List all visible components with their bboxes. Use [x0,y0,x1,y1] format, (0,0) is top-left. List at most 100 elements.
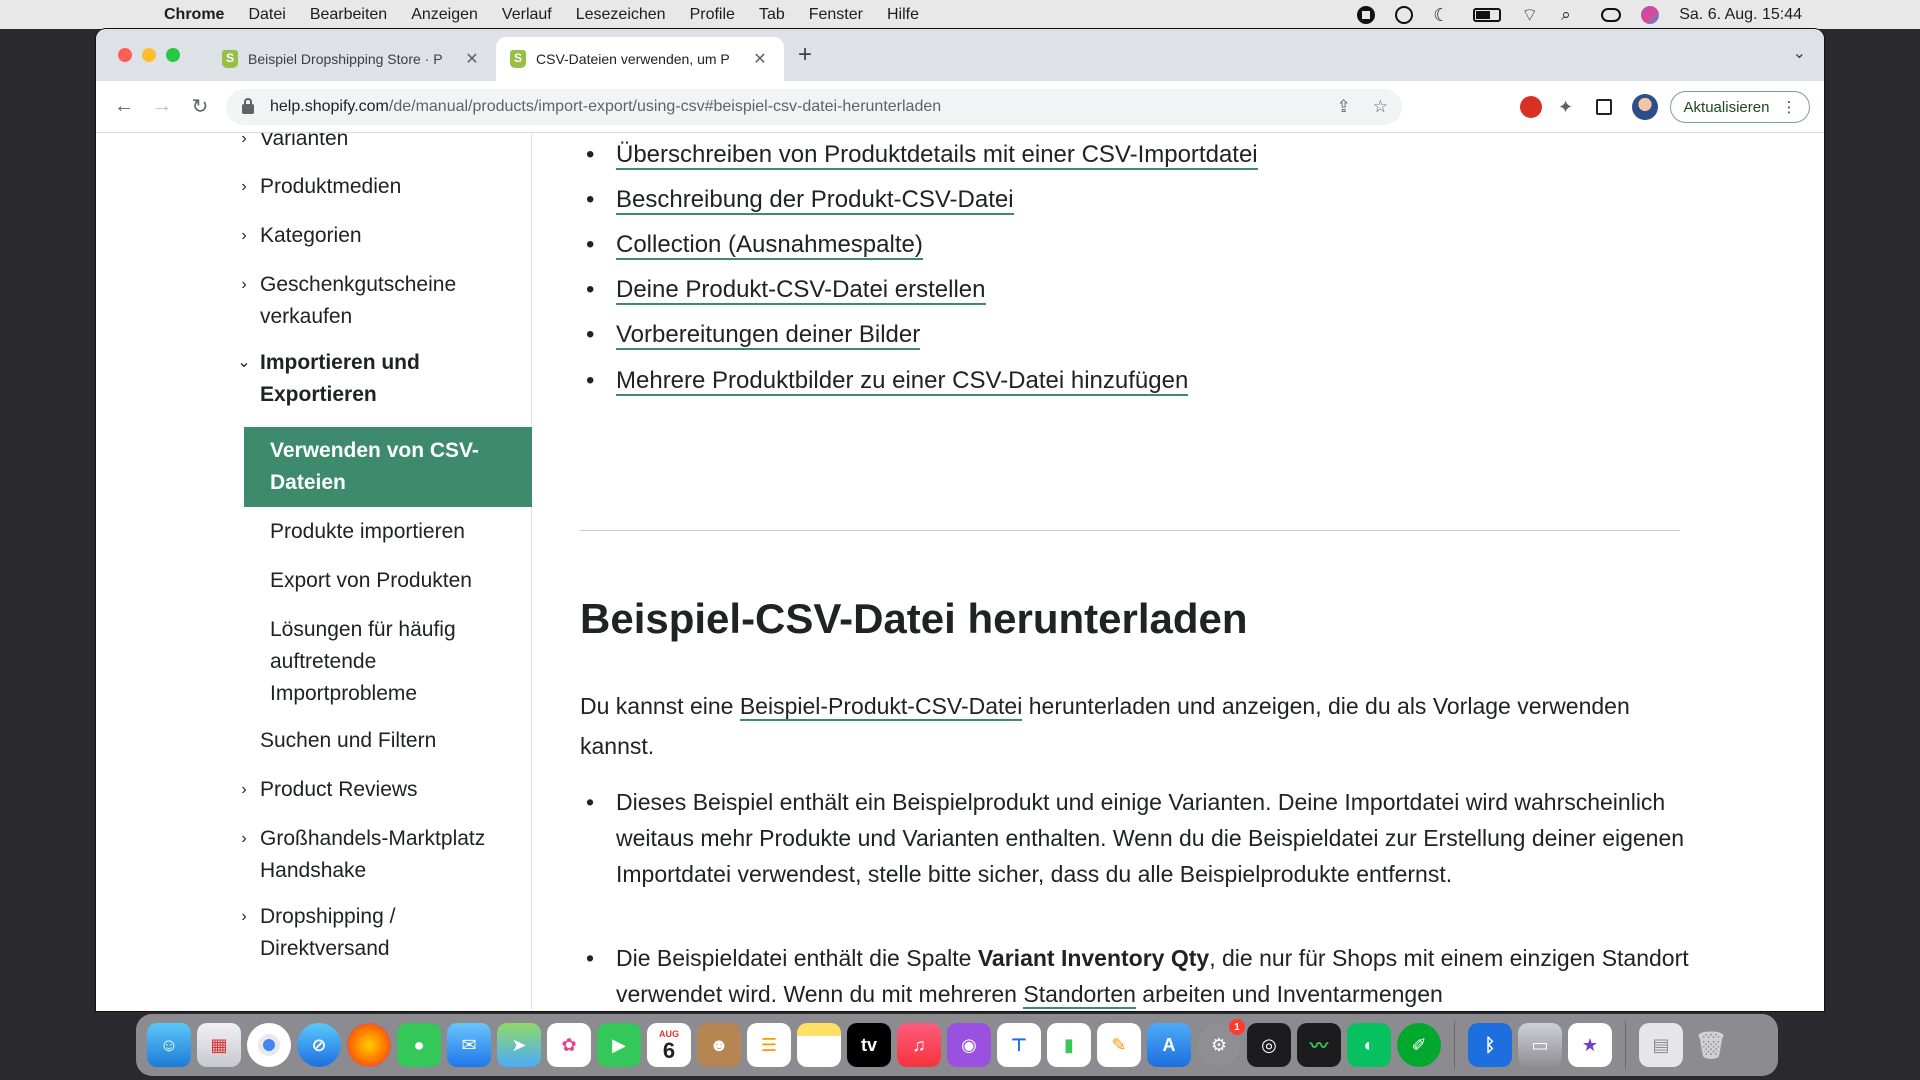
window-fullscreen-button[interactable] [166,48,180,62]
app-store-icon[interactable]: A [1147,1023,1191,1067]
toc-link[interactable]: Überschreiben von Produktdetails mit ein… [616,141,1258,170]
chrome-icon[interactable] [247,1023,291,1067]
sidebar-item-produkte-importieren[interactable]: Produkte importieren [270,516,510,548]
toc-item: Mehrere Produktbilder zu einer CSV-Datei… [586,367,1189,396]
sidebar-item-loesungen-importprobleme[interactable]: Lösungen für häufig auftretende Importpr… [270,614,510,710]
reminders-icon[interactable]: ☰ [747,1023,791,1067]
tab-dropshipping-store[interactable]: Beispiel Dropshipping Store · P ✕ [208,37,496,81]
menu-anzeigen[interactable]: Anzeigen [399,6,490,24]
extension-red-icon[interactable] [1520,96,1542,118]
activity-monitor-icon[interactable]: 〰 [1297,1023,1341,1067]
menu-hilfe[interactable]: Hilfe [875,6,931,24]
numbers-icon[interactable]: ▮ [1047,1023,1091,1067]
tab-strip: Beispiel Dropshipping Store · P ✕ CSV-Da… [96,29,1824,81]
address-bar[interactable]: help.shopify.com/de/manual/products/impo… [226,89,1402,125]
standorte-link[interactable]: Standorten [1023,981,1136,1009]
control-center-icon[interactable] [1601,7,1622,22]
pages-icon[interactable]: ✎ [1097,1023,1141,1067]
screen-recording-icon[interactable] [1357,5,1376,24]
toc-item: Beschreibung der Produkt-CSV-Datei [586,186,1014,215]
tab-search-chevron-icon[interactable]: ⌄ [1793,43,1806,63]
spotlight-search-icon[interactable]: ⌕ [1561,5,1581,24]
mail-icon[interactable]: ✉ [447,1023,491,1067]
launchpad-icon[interactable]: ▦ [197,1023,241,1067]
reload-icon[interactable]: ↻ [186,94,214,119]
tab-close-icon[interactable]: ✕ [750,49,770,69]
forward-arrow-icon[interactable]: → [148,95,176,118]
update-button[interactable]: Aktualisieren ⋮ [1670,91,1810,123]
focus-icon[interactable] [1395,5,1414,24]
trash-icon[interactable]: 🗑 [1689,1023,1733,1067]
firefox-icon[interactable] [347,1023,391,1067]
calendar-icon[interactable]: AUG 6 [647,1023,691,1067]
sidebar-item-geschenkgutscheine[interactable]: › Geschenkgutscheine verkaufen [236,269,500,333]
battery-icon[interactable] [1473,7,1502,22]
new-tab-plus-icon[interactable]: + [798,43,812,67]
menu-app-chrome[interactable]: Chrome [152,6,236,24]
sidebar-item-varianten[interactable]: › Varianten [236,133,500,155]
wifi-icon[interactable]: ⌔ [1521,6,1541,24]
sidebar-item-handshake[interactable]: › Großhandels-Marktplatz Handshake [236,823,500,887]
moon-icon[interactable]: ☾ [1433,6,1453,24]
url-path: /de/manual/products/import-export/using-… [388,98,942,115]
toc-link[interactable]: Mehrere Produktbilder zu einer CSV-Datei… [616,367,1189,396]
toc-link[interactable]: Vorbereitungen deiner Bilder [616,321,921,350]
podcasts-icon[interactable]: ◉ [947,1023,991,1067]
bookmark-star-icon[interactable]: ☆ [1373,97,1388,117]
apple-tv-icon[interactable]: tv [847,1023,891,1067]
tab-close-icon[interactable]: ✕ [462,49,482,69]
siri-icon[interactable] [1641,5,1660,24]
menu-profile[interactable]: Profile [678,6,747,24]
sidebar-item-produktmedien[interactable]: › Produktmedien [236,171,500,203]
extensions-puzzle-icon[interactable]: ✦ [1558,93,1573,121]
finder-icon[interactable]: ☺ [147,1023,191,1067]
intro-paragraph: Du kannst eine Beispiel-Produkt-CSV-Date… [580,686,1710,766]
window-close-button[interactable] [118,48,132,62]
toc-link[interactable]: Beschreibung der Produkt-CSV-Datei [616,186,1014,215]
maps-icon[interactable]: ➤ [497,1023,541,1067]
toc-item: Collection (Ausnahmespalte) [586,231,923,260]
share-icon[interactable]: ⇪ [1337,97,1351,117]
sidebar-item-verwenden-csv-active[interactable]: Verwenden von CSV-Dateien [244,427,532,507]
menu-lesezeichen[interactable]: Lesezeichen [564,6,678,24]
toc-link[interactable]: Deine Produkt-CSV-Datei erstellen [616,276,986,305]
sidebar-item-kategorien[interactable]: › Kategorien [236,220,500,252]
wechat-icon[interactable]: ◐ [1347,1023,1391,1067]
bluetooth-icon[interactable]: ᛒ [1468,1023,1512,1067]
keynote-icon[interactable]: ⊤ [997,1023,1041,1067]
side-panel-icon[interactable] [1596,99,1612,115]
menu-bearbeiten[interactable]: Bearbeiten [298,6,399,24]
profile-avatar[interactable] [1632,94,1658,120]
sidebar-item-dropshipping[interactable]: › Dropshipping / Direktversand [236,901,500,965]
menu-verlauf[interactable]: Verlauf [490,6,564,24]
imovie-icon[interactable]: ★ [1568,1023,1612,1067]
menu-tab[interactable]: Tab [747,6,797,24]
sidebar-item-product-reviews[interactable]: › Product Reviews [236,774,500,806]
sidebar-item-suchen-filtern[interactable]: Suchen und Filtern [236,725,500,757]
screen-sharing-icon[interactable]: ▭ [1518,1023,1562,1067]
sidebar-item-importieren-exportieren[interactable]: ⌄ Importieren und Exportieren [236,347,500,411]
tab-csv-dateien[interactable]: CSV-Dateien verwenden, um P ✕ [496,37,784,81]
more-menu-icon[interactable]: ⋮ [1781,98,1796,116]
lock-icon[interactable] [242,98,254,114]
downloads-folder-icon[interactable]: ▤ [1639,1023,1683,1067]
menu-datei[interactable]: Datei [236,6,297,24]
sample-csv-link[interactable]: Beispiel-Produkt-CSV-Datei [739,693,1023,721]
system-settings-icon[interactable]: ⚙ 1 [1197,1019,1245,1067]
safari-icon[interactable]: ⊘ [297,1023,341,1067]
contacts-icon[interactable]: ☻ [697,1023,741,1067]
menu-fenster[interactable]: Fenster [797,6,875,24]
notes-icon[interactable] [797,1023,841,1067]
back-arrow-icon[interactable]: ← [110,95,138,118]
bullet-text: arbeiten und Inventarmengen [1135,981,1443,1007]
photos-icon[interactable]: ✿ [547,1023,591,1067]
messages-icon[interactable]: ● [397,1023,441,1067]
music-icon[interactable]: ♫ [897,1023,941,1067]
menubar-clock[interactable]: Sa. 6. Aug. 15:44 [1679,6,1802,24]
sidebar-item-export-von-produkten[interactable]: Export von Produkten [270,565,510,597]
window-minimize-button[interactable] [142,48,156,62]
facetime-icon[interactable]: ▶ [597,1023,641,1067]
quicktime-icon[interactable]: ◎ [1247,1023,1291,1067]
evernote-icon[interactable]: ✐ [1397,1023,1441,1067]
toc-link[interactable]: Collection (Ausnahmespalte) [616,231,923,260]
